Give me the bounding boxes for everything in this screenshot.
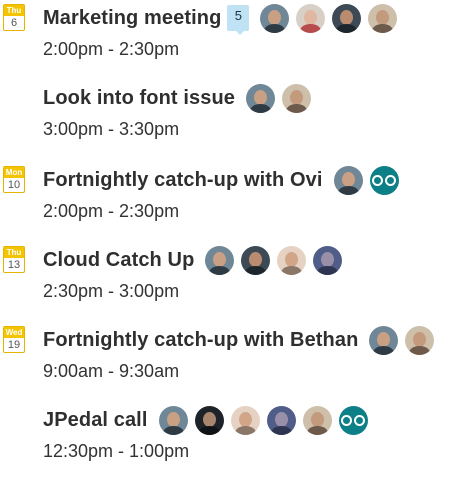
avatar[interactable] (368, 3, 398, 33)
avatar[interactable] (333, 165, 363, 195)
event-time: 12:30pm - 1:00pm (43, 441, 190, 461)
attendee-avatars (362, 325, 435, 355)
event-title-row: Look into font issue (43, 82, 311, 114)
avatar[interactable] (369, 325, 399, 355)
avatar[interactable] (246, 83, 275, 113)
attendee-count-badge[interactable]: 5 (227, 5, 250, 35)
event-time: 2:00pm - 2:30pm (43, 39, 180, 59)
avatar[interactable] (194, 405, 224, 435)
date-badge-day: 10 (7, 179, 21, 191)
date-badge: Thu 13 (3, 246, 25, 273)
avatar[interactable] (332, 3, 362, 33)
avatar[interactable] (405, 325, 435, 355)
avatar[interactable] (205, 245, 235, 275)
meeting-room-icon[interactable] (369, 165, 399, 195)
event-title[interactable]: Fortnightly catch-up with Bethan (43, 329, 358, 352)
date-badge-weekday: Thu (4, 5, 24, 16)
date-badge-day: 13 (7, 259, 21, 271)
event-title-row: Cloud Catch Up (43, 244, 343, 276)
date-badge-weekday: Mon (4, 167, 24, 178)
avatar[interactable] (313, 245, 343, 275)
date-badge-day: 6 (10, 17, 18, 29)
date-badge: Wed 19 (3, 326, 25, 353)
event-time: 2:00pm - 2:30pm (43, 201, 180, 221)
date-badge-weekday: Wed (4, 327, 24, 338)
event-title-row: Marketing meeting 5 (43, 2, 398, 35)
event-title-row: Fortnightly catch-up with Ovi (43, 164, 399, 196)
date-badge: Mon 10 (3, 166, 25, 193)
event-list: Thu 6 Marketing meeting 5 2:00pm - 2:30p… (0, 0, 449, 485)
avatar[interactable] (282, 83, 311, 113)
avatar[interactable] (277, 245, 307, 275)
attendee-avatars (239, 83, 311, 113)
date-badge-weekday: Thu (4, 247, 24, 258)
event-title-row: JPedal call (43, 404, 368, 436)
avatar[interactable] (302, 405, 332, 435)
event-title[interactable]: Fortnightly catch-up with Ovi (43, 169, 323, 192)
attendee-avatars (152, 405, 368, 435)
meeting-room-icon[interactable] (338, 405, 368, 435)
avatar[interactable] (241, 245, 271, 275)
avatar[interactable] (266, 405, 296, 435)
attendee-avatars (327, 165, 399, 195)
avatar[interactable] (296, 3, 326, 33)
event-title-row: Fortnightly catch-up with Bethan (43, 324, 435, 356)
avatar[interactable] (260, 3, 290, 33)
attendee-avatars (253, 3, 398, 33)
event-time: 9:00am - 9:30am (43, 361, 180, 381)
event-title[interactable]: JPedal call (43, 409, 148, 432)
event-title[interactable]: Look into font issue (43, 87, 235, 110)
event-title[interactable]: Marketing meeting (43, 7, 221, 30)
event-time: 3:00pm - 3:30pm (43, 119, 180, 139)
event-time: 2:30pm - 3:00pm (43, 281, 180, 301)
event-title[interactable]: Cloud Catch Up (43, 249, 194, 272)
attendee-avatars (198, 245, 343, 275)
avatar[interactable] (230, 405, 260, 435)
avatar[interactable] (158, 405, 188, 435)
date-badge: Thu 6 (3, 4, 25, 31)
date-badge-day: 19 (7, 339, 21, 351)
